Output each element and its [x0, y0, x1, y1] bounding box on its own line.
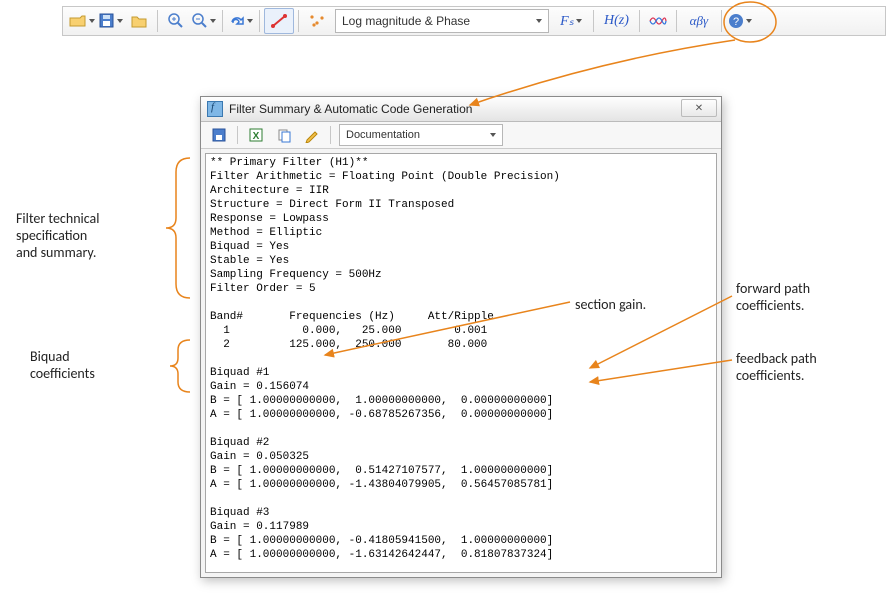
annot-gain: section gain.: [575, 296, 646, 313]
line-tool-button[interactable]: [264, 8, 294, 34]
annot-fwd: forward path coefficients.: [736, 280, 810, 314]
dlg-save-button[interactable]: [205, 123, 233, 147]
view-dropdown[interactable]: Log magnitude & Phase: [335, 9, 549, 33]
dialog-title: Filter Summary & Automatic Code Generati…: [229, 102, 472, 116]
code-output[interactable]: ** Primary Filter (H1)** Filter Arithmet…: [205, 153, 717, 573]
svg-text:?: ?: [733, 16, 739, 28]
view-dropdown-label: Log magnitude & Phase: [342, 14, 470, 28]
chevron-down-icon: [247, 19, 253, 23]
hz-label: H(z): [604, 13, 629, 29]
chevron-down-icon: [536, 19, 542, 23]
zoom-out-icon: [192, 13, 208, 29]
doc-dropdown[interactable]: Documentation: [339, 124, 503, 146]
excel-icon: X: [249, 128, 264, 143]
annot-spec: Filter technical specification and summa…: [16, 210, 99, 261]
annot-fbk: feedback path coefficients.: [736, 350, 817, 384]
abg-label: αβγ: [690, 13, 708, 29]
close-button[interactable]: ✕: [681, 99, 717, 117]
chevron-down-icon: [210, 19, 216, 23]
chevron-down-icon: [490, 133, 496, 137]
folder-icon: [131, 14, 147, 28]
browse-button[interactable]: [125, 9, 153, 33]
zoom-in-icon: [168, 13, 184, 29]
chevron-down-icon: [576, 19, 582, 23]
edit-button[interactable]: [298, 123, 326, 147]
copy-icon: [277, 128, 292, 143]
zoom-out-button[interactable]: [190, 9, 218, 33]
save-button[interactable]: [97, 9, 125, 33]
save-icon: [99, 13, 115, 29]
fs-label: Fₛ: [560, 13, 574, 30]
chevron-down-icon: [746, 19, 752, 23]
app-icon: [207, 101, 223, 117]
open-button[interactable]: [67, 9, 97, 33]
copy-button[interactable]: [270, 123, 298, 147]
close-icon: ✕: [695, 103, 703, 114]
scatter-icon: [308, 13, 326, 29]
redo-icon: [229, 14, 245, 28]
folder-open-icon: [69, 14, 87, 28]
zoom-in-button[interactable]: [162, 9, 190, 33]
help-icon: ?: [728, 13, 744, 29]
greek-button[interactable]: αβγ: [681, 9, 717, 33]
wave-button[interactable]: [644, 9, 672, 33]
redo-button[interactable]: [227, 9, 255, 33]
doc-dropdown-label: Documentation: [346, 129, 420, 141]
pencil-icon: [305, 128, 320, 143]
chevron-down-icon: [89, 19, 95, 23]
annot-biquad: Biquad coefficients: [30, 348, 95, 382]
dialog-toolbar: X Documentation: [201, 122, 721, 149]
save-icon: [212, 128, 227, 143]
export-excel-button[interactable]: X: [242, 123, 270, 147]
filter-summary-dialog: Filter Summary & Automatic Code Generati…: [200, 96, 722, 578]
wave-icon: [649, 14, 667, 28]
main-toolbar: Log magnitude & Phase Fₛ H(z) αβγ ?: [62, 6, 886, 36]
svg-text:X: X: [252, 131, 259, 142]
help-button[interactable]: ?: [726, 9, 754, 33]
dialog-titlebar[interactable]: Filter Summary & Automatic Code Generati…: [201, 97, 721, 122]
sampling-freq-button[interactable]: Fₛ: [553, 9, 589, 33]
transfer-function-button[interactable]: H(z): [598, 9, 635, 33]
line-diagonal-icon: [270, 13, 288, 29]
scatter-button[interactable]: [303, 9, 331, 33]
chevron-down-icon: [117, 19, 123, 23]
